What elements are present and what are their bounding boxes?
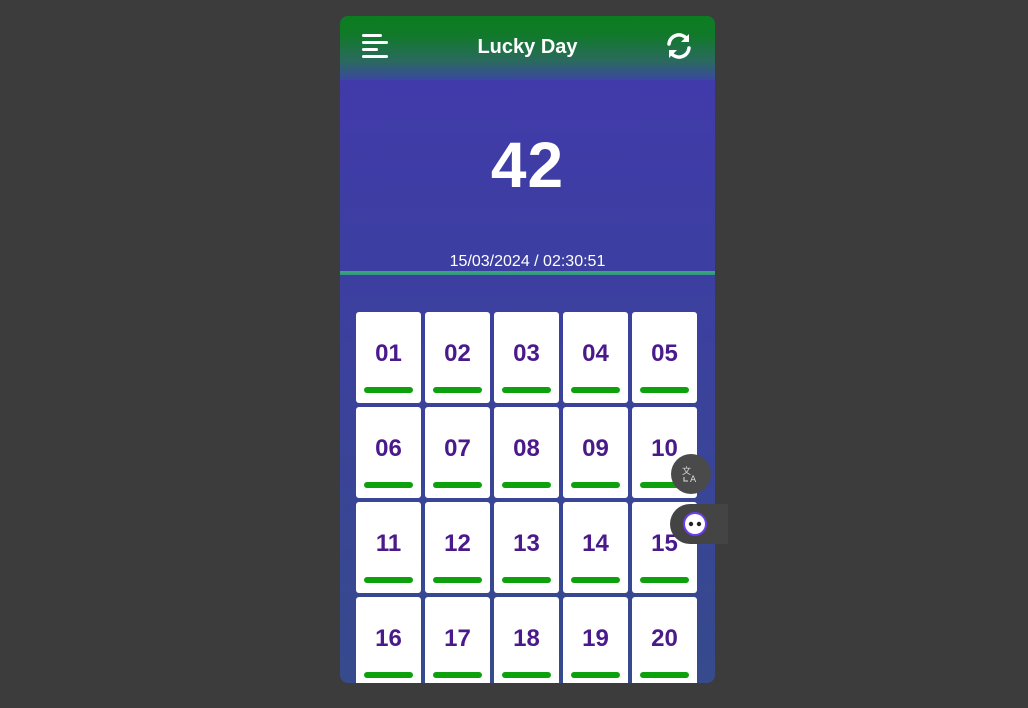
- number-card-bar: [502, 482, 551, 488]
- number-card-label: 09: [582, 435, 609, 462]
- number-card[interactable]: 14: [563, 502, 628, 593]
- svg-text:A: A: [690, 475, 697, 484]
- number-card-bar: [640, 577, 689, 583]
- number-card[interactable]: 01: [356, 312, 421, 403]
- number-card[interactable]: 03: [494, 312, 559, 403]
- number-card[interactable]: 07: [425, 407, 490, 498]
- number-card[interactable]: 16: [356, 597, 421, 683]
- number-card-label: 12: [444, 530, 471, 557]
- translate-icon[interactable]: 文 A: [671, 454, 711, 494]
- refresh-icon[interactable]: [663, 30, 695, 62]
- number-card-bar: [571, 482, 620, 488]
- number-card-label: 17: [444, 625, 471, 652]
- number-card-bar: [433, 387, 482, 393]
- number-card-bar: [364, 672, 413, 678]
- number-card[interactable]: 18: [494, 597, 559, 683]
- number-card-label: 07: [444, 435, 471, 462]
- number-card-label: 19: [582, 625, 609, 652]
- number-card[interactable]: 20: [632, 597, 697, 683]
- number-card-label: 08: [513, 435, 540, 462]
- lucky-number: 42: [490, 129, 565, 201]
- number-card[interactable]: 19: [563, 597, 628, 683]
- number-card-label: 16: [375, 625, 402, 652]
- draw-timestamp: 15/03/2024 / 02:30:51: [449, 253, 606, 270]
- number-card-label: 18: [513, 625, 540, 652]
- number-card-bar: [433, 577, 482, 583]
- number-grid: 01 02 03 04 05 06 07 08 09 10 11 12 13 14 15 16 17 18 19 20: [356, 312, 700, 683]
- divider: [340, 271, 715, 275]
- number-card-bar: [571, 577, 620, 583]
- number-card-bar: [571, 387, 620, 393]
- number-card-label: 03: [513, 340, 540, 367]
- number-card-bar: [502, 672, 551, 678]
- number-card-bar: [502, 387, 551, 393]
- number-card-bar: [640, 672, 689, 678]
- number-card[interactable]: 05: [632, 312, 697, 403]
- number-card-label: 14: [582, 530, 609, 557]
- number-card-label: 11: [375, 530, 402, 557]
- number-card[interactable]: 17: [425, 597, 490, 683]
- number-card[interactable]: 13: [494, 502, 559, 593]
- number-card[interactable]: 04: [563, 312, 628, 403]
- number-card-bar: [433, 672, 482, 678]
- number-card[interactable]: 11: [356, 502, 421, 593]
- number-card-bar: [364, 577, 413, 583]
- number-card-bar: [502, 577, 551, 583]
- app-title: Lucky Day: [477, 36, 578, 58]
- number-card-label: 20: [651, 625, 678, 652]
- number-card-bar: [571, 672, 620, 678]
- number-card[interactable]: 08: [494, 407, 559, 498]
- number-card-label: 01: [375, 340, 402, 367]
- number-card[interactable]: 09: [563, 407, 628, 498]
- number-card-label: 02: [444, 340, 471, 367]
- number-card-label: 04: [582, 340, 609, 367]
- number-card-label: 06: [375, 435, 402, 462]
- app-header: Lucky Day: [340, 16, 715, 80]
- number-card-bar: [433, 482, 482, 488]
- number-card-label: 05: [651, 340, 678, 367]
- number-card-bar: [640, 387, 689, 393]
- app-screen: Lucky Day 42 15/03/2024 / 02:30:51 01 02 0…: [340, 16, 715, 683]
- number-card[interactable]: 06: [356, 407, 421, 498]
- number-card-label: 13: [513, 530, 540, 557]
- assistant-icon[interactable]: [670, 504, 728, 544]
- number-card[interactable]: 12: [425, 502, 490, 593]
- number-card-bar: [364, 482, 413, 488]
- number-card[interactable]: 02: [425, 312, 490, 403]
- number-card-bar: [364, 387, 413, 393]
